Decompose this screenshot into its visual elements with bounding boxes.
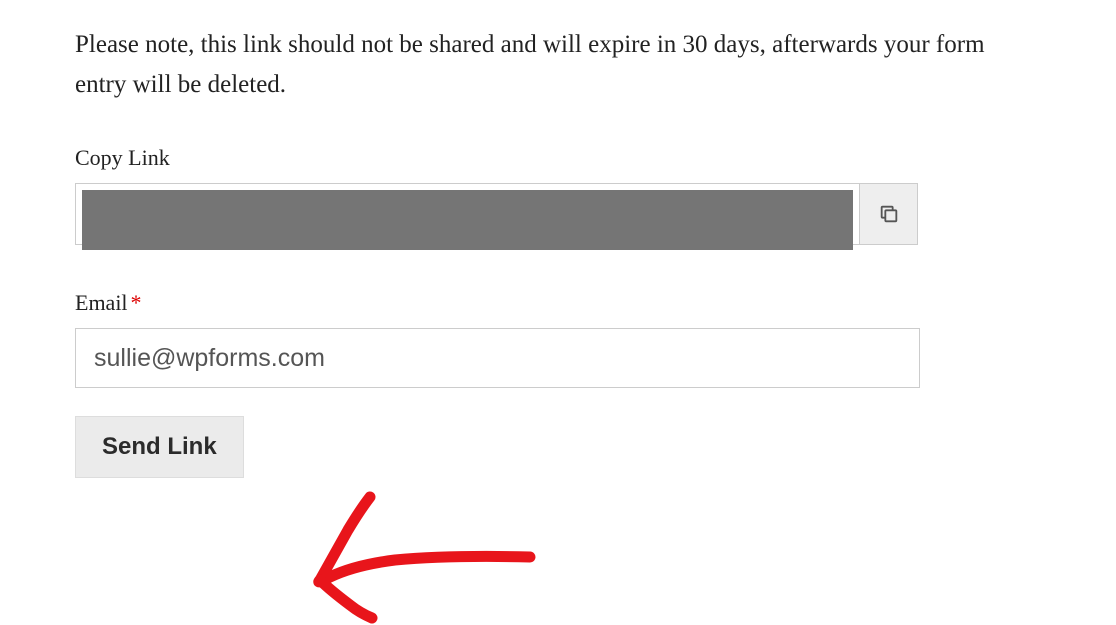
- copy-link-input[interactable]: [82, 190, 853, 250]
- copy-icon: [878, 203, 900, 225]
- required-indicator: *: [131, 290, 142, 315]
- description-text: Please note, this link should not be sha…: [75, 25, 1041, 105]
- copy-link-group: Copy Link: [75, 145, 1041, 245]
- email-input[interactable]: [75, 328, 920, 388]
- email-label: Email*: [75, 290, 1041, 316]
- email-group: Email*: [75, 290, 1041, 388]
- email-label-text: Email: [75, 290, 128, 315]
- annotation-arrow: [300, 485, 560, 625]
- send-link-button[interactable]: Send Link: [75, 416, 244, 478]
- copy-link-row: [75, 183, 918, 245]
- copy-button[interactable]: [859, 184, 917, 244]
- copy-link-label: Copy Link: [75, 145, 1041, 171]
